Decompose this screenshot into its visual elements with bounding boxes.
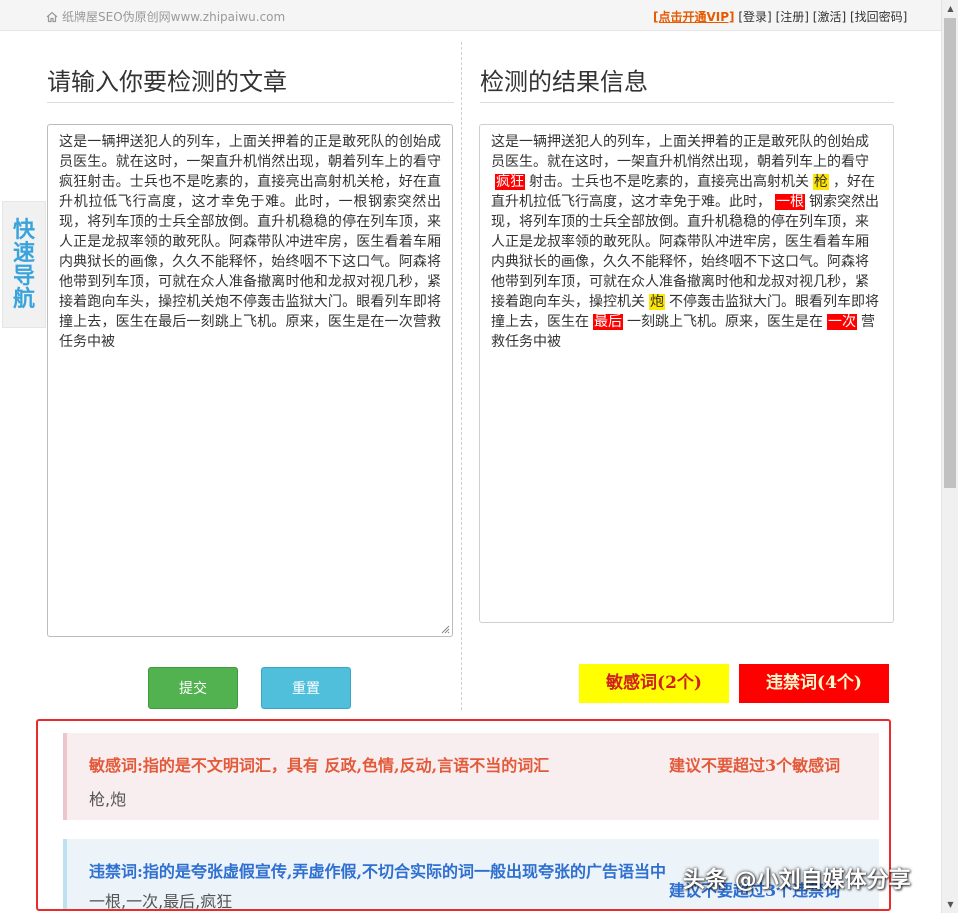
- result-text-segment: 这是一辆押送犯人的列车，上面关押着的正是敢死队的创始成员医生。就在这时，一架直升…: [491, 134, 869, 170]
- quick-nav-button[interactable]: 快速导航: [2, 201, 46, 328]
- scroll-up-icon[interactable]: ▲: [942, 0, 958, 17]
- site-link[interactable]: 纸牌屋SEO伪原创网www.zhipaiwu.com: [46, 8, 285, 25]
- account-links: [点击开通VIP] [登录] [注册] [激活] [找回密码]: [653, 8, 907, 25]
- resize-grip-icon[interactable]: [440, 624, 450, 634]
- scroll-down-icon[interactable]: ▼: [942, 896, 958, 913]
- sensitive-words-list: 枪,炮: [89, 790, 127, 809]
- sensitive-word-highlight: 枪: [813, 174, 829, 190]
- register-link[interactable]: [注册]: [776, 10, 809, 24]
- activate-link[interactable]: [激活]: [813, 10, 846, 24]
- submit-button[interactable]: 提交: [148, 667, 238, 709]
- result-text-segment: 射击。士兵也不是吃素的，直接亮出高射机关: [529, 174, 809, 190]
- sensitive-word-highlight: 炮: [649, 294, 665, 310]
- banned-word-highlight: 疯狂: [495, 174, 525, 190]
- result-text-segment: 钢索突然出现，将列车顶的士兵全部放倒。直升机稳稳的停在列车顶，来人正是龙叔率领的…: [491, 194, 879, 310]
- divider: [47, 102, 454, 103]
- banned-word-highlight: 一根: [775, 194, 805, 210]
- article-text[interactable]: 这是一辆押送犯人的列车，上面关押着的正是敢死队的创始成员医生。就在这时，一架直升…: [59, 132, 441, 352]
- site-name[interactable]: 纸牌屋SEO伪原创网www.zhipaiwu.com: [62, 8, 285, 25]
- result-title: 检测的结果信息: [480, 68, 648, 96]
- banned-word-highlight: 最后: [593, 314, 623, 330]
- home-icon: [46, 11, 58, 22]
- article-textarea[interactable]: 这是一辆押送犯人的列车，上面关押着的正是敢死队的创始成员医生。就在这时，一架直升…: [47, 124, 453, 637]
- page-scrollbar[interactable]: ▲ ▼: [941, 0, 958, 913]
- column-divider: [461, 42, 462, 710]
- banned-count-badge: 违禁词(4个): [739, 664, 889, 703]
- vip-link[interactable]: [点击开通VIP]: [653, 10, 735, 24]
- reset-button[interactable]: 重置: [261, 667, 351, 709]
- banned-definition: 违禁词:指的是夸张虚假宣传,弄虚作假,不切合实际的词一般出现夸张的广告语当中: [89, 862, 667, 881]
- sensitive-words-alert: 敏感词:指的是不文明词汇，具有 反政,色情,反动,言语不当的词汇 建议不要超过3…: [63, 733, 879, 820]
- result-text: 这是一辆押送犯人的列车，上面关押着的正是敢死队的创始成员医生。就在这时，一架直升…: [491, 132, 882, 352]
- result-box: 这是一辆押送犯人的列车，上面关押着的正是敢死队的创始成员医生。就在这时，一架直升…: [479, 124, 894, 623]
- result-text-segment: 一刻跳上飞机。原来，医生是在: [627, 314, 823, 330]
- sensitive-advice: 建议不要超过3个敏感词: [669, 756, 841, 775]
- divider: [480, 102, 894, 103]
- banned-word-highlight: 一次: [827, 314, 857, 330]
- recover-password-link[interactable]: [找回密码]: [850, 10, 907, 24]
- sensitive-count-badge: 敏感词(2个): [579, 664, 729, 703]
- login-link[interactable]: [登录]: [738, 10, 771, 24]
- banned-words-list: 一根,一次,最后,疯狂: [89, 892, 233, 911]
- sensitive-definition: 敏感词:指的是不文明词汇，具有 反政,色情,反动,言语不当的词汇: [89, 756, 550, 775]
- watermark: 头条 @小刘自媒体分享: [683, 868, 911, 893]
- scroll-thumb[interactable]: [944, 18, 956, 488]
- top-bar: 纸牌屋SEO伪原创网www.zhipaiwu.com [点击开通VIP] [登录…: [0, 0, 941, 31]
- input-title: 请输入你要检测的文章: [47, 68, 287, 96]
